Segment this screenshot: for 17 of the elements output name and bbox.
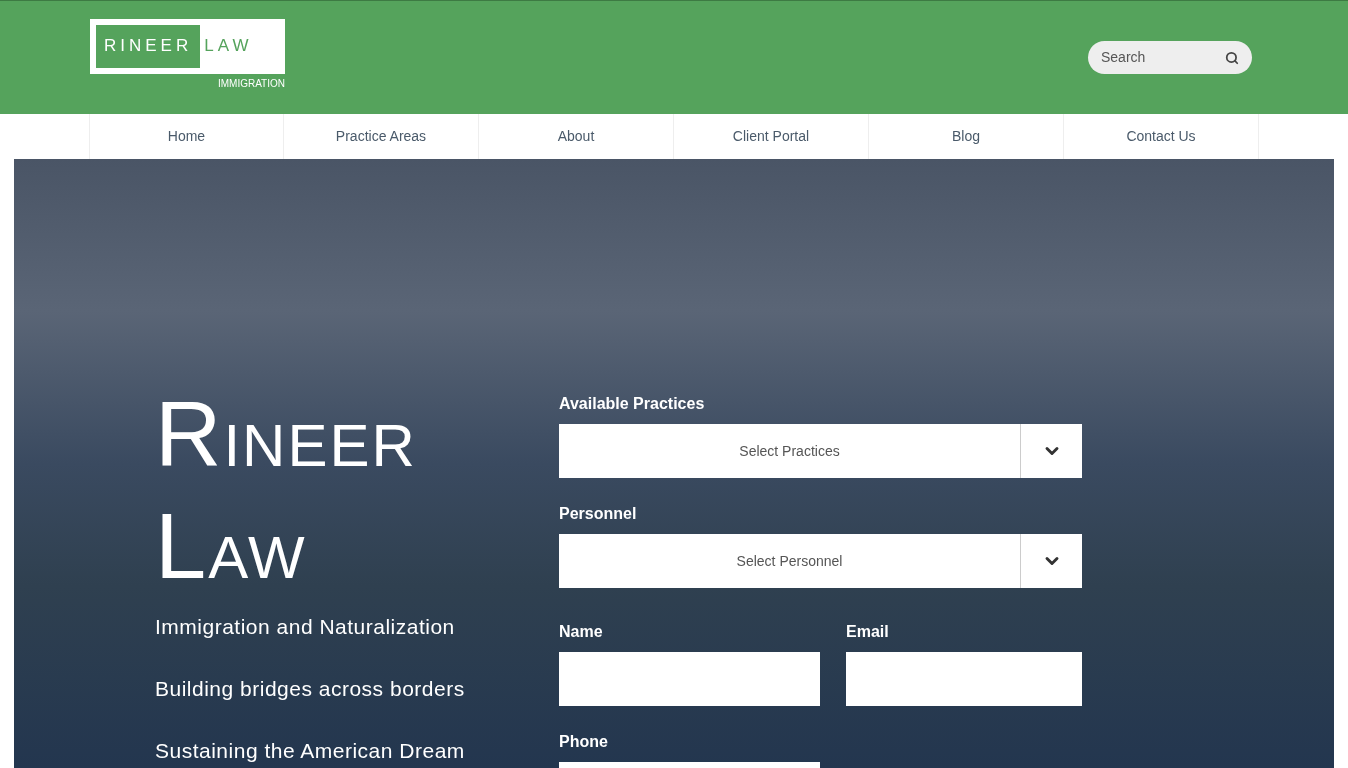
search-icon[interactable] (1225, 50, 1239, 65)
select-dropdown[interactable]: Select Practices (559, 424, 1082, 478)
text-input[interactable] (846, 652, 1082, 706)
field-label: Available Practices (559, 394, 706, 414)
text-input[interactable] (559, 652, 820, 706)
field-label: Phone (559, 732, 609, 752)
hero-tagline: Building bridges across borders (155, 676, 466, 702)
select-dropdown[interactable]: Select Personnel (559, 534, 1082, 588)
search-input[interactable]: Search (1101, 47, 1225, 68)
field-label: Personnel (559, 504, 638, 524)
hero-title: LAW (155, 496, 308, 599)
hero-tagline: Immigration and Naturalization (155, 614, 456, 640)
hero-tagline: Sustaining the American Dream (155, 738, 466, 764)
hero-title: RINEER (155, 384, 418, 487)
field-label: Email (846, 622, 890, 642)
field-label: Name (559, 622, 604, 642)
search-field[interactable]: Search (1088, 41, 1252, 74)
